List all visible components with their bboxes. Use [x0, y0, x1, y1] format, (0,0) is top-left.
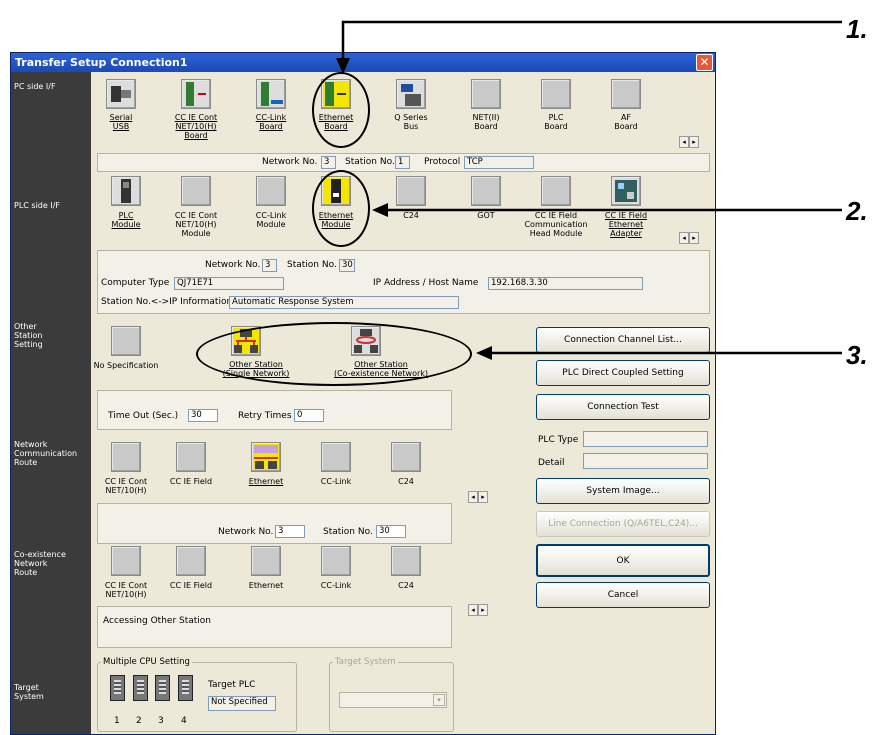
- callout-1-arrow: [336, 20, 842, 74]
- callout-2-arrow: [372, 203, 842, 217]
- callout-3-arrow: [476, 346, 842, 360]
- callout-arrows: [336, 20, 842, 360]
